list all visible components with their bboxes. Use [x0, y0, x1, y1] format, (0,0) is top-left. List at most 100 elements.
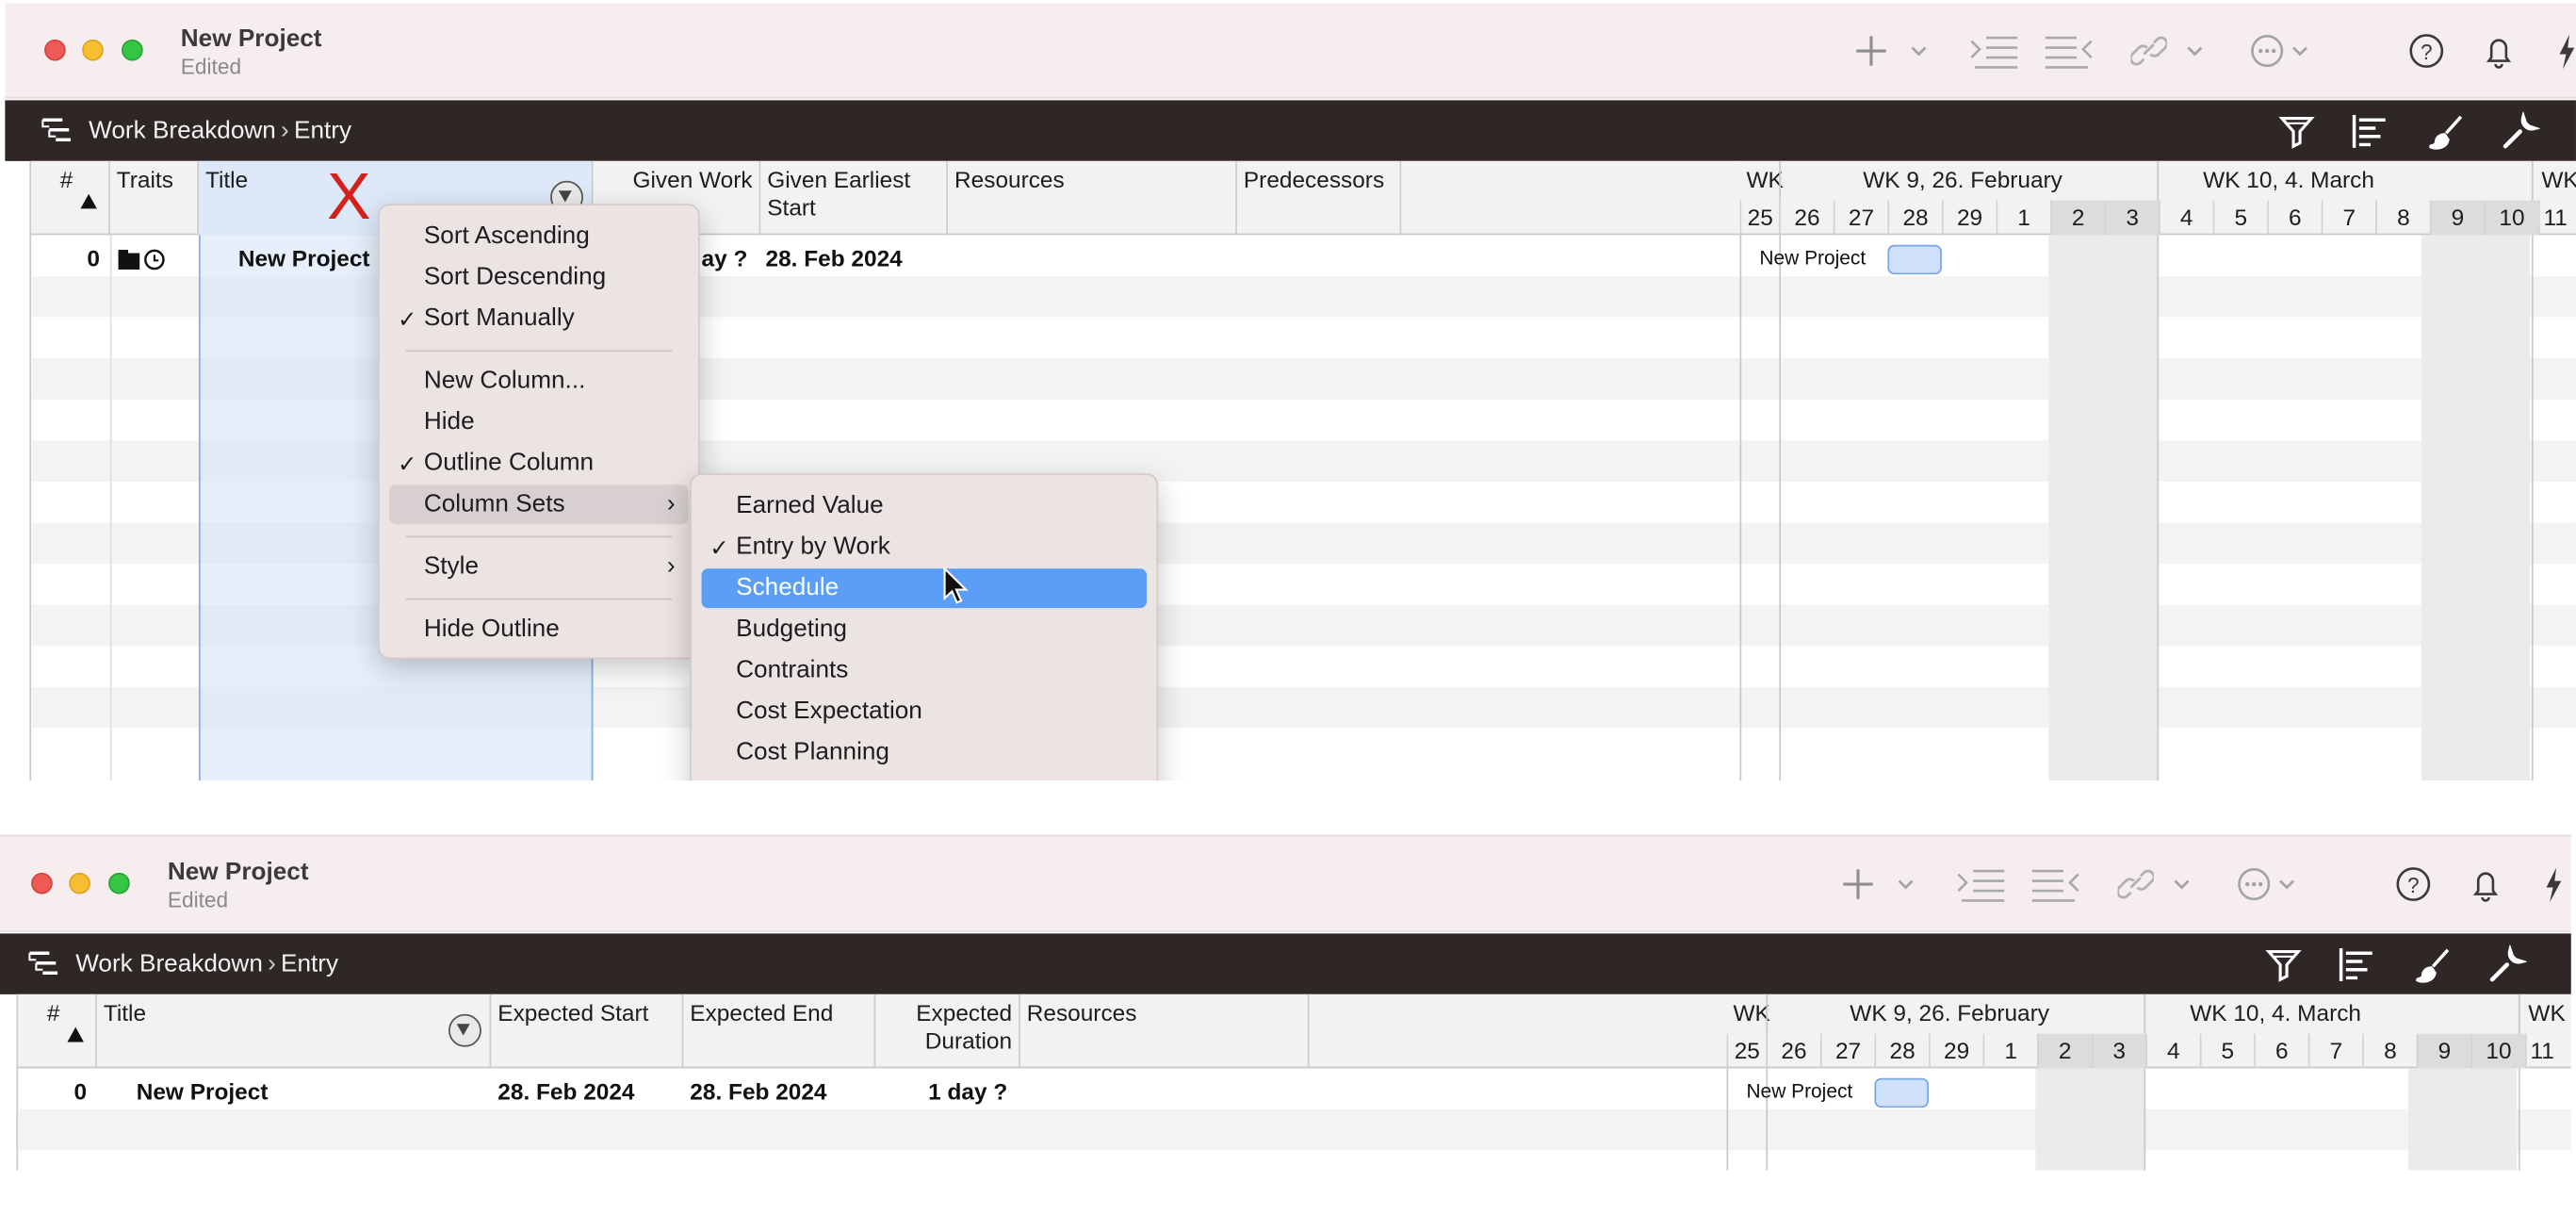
- brush-icon[interactable]: [2413, 945, 2453, 985]
- outdent-icon[interactable]: [2042, 26, 2095, 75]
- column-header-resources[interactable]: Resources: [948, 160, 1237, 236]
- help-icon[interactable]: ?: [2408, 26, 2444, 75]
- more-chevron-down-icon[interactable]: [2275, 860, 2298, 909]
- indent-icon[interactable]: [1955, 860, 2008, 909]
- row-given-earliest-start[interactable]: 28. Feb 2024: [766, 245, 903, 271]
- zoom-button[interactable]: [122, 39, 143, 61]
- more-icon[interactable]: [2249, 26, 2285, 75]
- submenu-item-budgeting[interactable]: Budgeting: [702, 610, 1148, 649]
- window-subtitle: Edited: [180, 54, 242, 79]
- gantt-day-label: 28: [1887, 200, 1942, 236]
- more-chevron-down-icon[interactable]: [2289, 26, 2311, 75]
- add-chevron-down-icon[interactable]: [1894, 860, 1916, 909]
- table-row[interactable]: [18, 1108, 2571, 1151]
- menu-item-sort-ascending[interactable]: Sort Ascending: [389, 217, 688, 256]
- column-header-resources[interactable]: Resources: [1020, 993, 1310, 1069]
- menu-item-sort-descending[interactable]: Sort Descending: [389, 258, 688, 298]
- outdent-icon[interactable]: [2029, 860, 2081, 909]
- add-chevron-down-icon[interactable]: [1907, 26, 1930, 75]
- column-header-expected-duration[interactable]: Expected Duration: [875, 993, 1020, 1069]
- breadcrumb-part2[interactable]: Entry: [281, 950, 338, 978]
- filter-icon[interactable]: [2264, 945, 2304, 985]
- wrench-icon[interactable]: [2501, 111, 2540, 152]
- breadcrumb[interactable]: Work Breakdown › Entry: [75, 950, 338, 978]
- checkmark-icon: ✓: [397, 450, 417, 477]
- breadcrumb[interactable]: Work Breakdown › Entry: [89, 117, 351, 145]
- row-expected-start[interactable]: 28. Feb 2024: [497, 1078, 634, 1105]
- submenu-item-cost-planning[interactable]: Cost Planning: [702, 733, 1148, 773]
- table-row[interactable]: [18, 1068, 2571, 1109]
- column-header-expected-start[interactable]: Expected Start: [491, 993, 684, 1069]
- column-header-given-earliest-start[interactable]: Given Earliest Start: [760, 160, 949, 236]
- column-menu-button[interactable]: [448, 1013, 481, 1047]
- menu-item-column-sets[interactable]: Column Sets ›: [389, 484, 689, 525]
- week-divider: [2531, 235, 2534, 781]
- menu-separator: [405, 535, 673, 538]
- row-given-work[interactable]: ay ?: [702, 245, 748, 271]
- indent-icon[interactable]: [1968, 26, 2021, 75]
- row-title[interactable]: New Project: [238, 245, 370, 271]
- minimize-button[interactable]: [82, 39, 104, 61]
- add-icon[interactable]: [1853, 26, 1889, 75]
- column-header-expected-end[interactable]: Expected End: [683, 993, 876, 1069]
- row-title[interactable]: New Project: [137, 1078, 269, 1105]
- close-button[interactable]: [44, 39, 66, 61]
- menu-item-new-column[interactable]: New Column...: [389, 362, 688, 402]
- brush-icon[interactable]: [2426, 112, 2466, 152]
- submenu-item-contraints[interactable]: Contraints: [702, 650, 1148, 690]
- column-header-predecessors[interactable]: Predecessors: [1237, 160, 1402, 236]
- submenu-item-earned-value[interactable]: Earned Value: [702, 486, 1148, 526]
- align-icon[interactable]: [2338, 945, 2377, 985]
- week-divider: [1779, 235, 1782, 781]
- wrench-icon[interactable]: [2487, 944, 2527, 985]
- more-icon[interactable]: [2236, 860, 2272, 909]
- submenu-item-cost-expectation[interactable]: Cost Expectation: [702, 692, 1148, 731]
- link-chevron-down-icon[interactable]: [2170, 860, 2193, 909]
- bolt-icon[interactable]: [2554, 26, 2576, 75]
- row-expected-duration[interactable]: 1 day ?: [928, 1078, 1007, 1105]
- menu-item-style[interactable]: Style ›: [389, 548, 688, 587]
- window-title: New Project: [180, 25, 322, 53]
- gantt-day-label: 5: [2199, 1033, 2255, 1069]
- filter-icon[interactable]: [2277, 112, 2317, 152]
- column-header-title[interactable]: Title: [97, 993, 492, 1069]
- help-icon[interactable]: ?: [2395, 860, 2431, 909]
- menu-item-hide[interactable]: Hide: [389, 402, 688, 442]
- zoom-button[interactable]: [108, 872, 130, 895]
- menu-item-hide-outline[interactable]: Hide Outline: [389, 610, 688, 649]
- outline-view-icon[interactable]: [28, 948, 61, 977]
- gantt-task-bar[interactable]: [1887, 244, 1942, 275]
- link-icon[interactable]: [2117, 860, 2154, 909]
- menu-item-outline-column[interactable]: ✓ Outline Column: [389, 444, 688, 484]
- column-header-traits[interactable]: Traits: [110, 160, 199, 236]
- gantt-divider: [1739, 160, 1742, 781]
- submenu-arrow-icon: ›: [666, 489, 676, 518]
- week-label: WK 10, 4. March: [2190, 999, 2362, 1026]
- column-header-number[interactable]: #: [31, 160, 110, 236]
- link-chevron-down-icon[interactable]: [2183, 26, 2206, 75]
- breadcrumb-part1[interactable]: Work Breakdown: [89, 117, 276, 145]
- minimize-button[interactable]: [69, 872, 90, 895]
- submenu-item-schedule[interactable]: Schedule: [701, 568, 1148, 609]
- row-expected-end[interactable]: 28. Feb 2024: [690, 1078, 826, 1105]
- breadcrumb-part1[interactable]: Work Breakdown: [75, 950, 263, 978]
- outline-view-icon[interactable]: [41, 115, 74, 144]
- link-icon[interactable]: [2130, 26, 2167, 75]
- close-button[interactable]: [31, 872, 53, 895]
- align-icon[interactable]: [2351, 112, 2390, 152]
- bolt-icon[interactable]: [2541, 860, 2564, 909]
- bell-icon[interactable]: [2481, 26, 2517, 75]
- menu-item-sort-manually[interactable]: ✓ Sort Manually: [389, 299, 688, 338]
- weekend-band: [2048, 235, 2158, 781]
- submenu-item-entry-by-work[interactable]: ✓ Entry by Work: [702, 528, 1148, 567]
- menu-separator: [405, 598, 673, 600]
- column-header-number[interactable]: #: [18, 993, 97, 1069]
- breadcrumb-part2[interactable]: Entry: [294, 117, 351, 145]
- bell-icon[interactable]: [2468, 860, 2503, 909]
- table-row[interactable]: [18, 1151, 2571, 1171]
- add-icon[interactable]: [1840, 860, 1876, 909]
- title-bar: New Project Edited ?: [5, 3, 2576, 99]
- gantt-task-bar[interactable]: [1874, 1077, 1929, 1108]
- weekend-band: [2408, 1068, 2518, 1171]
- week-divider: [2157, 235, 2160, 781]
